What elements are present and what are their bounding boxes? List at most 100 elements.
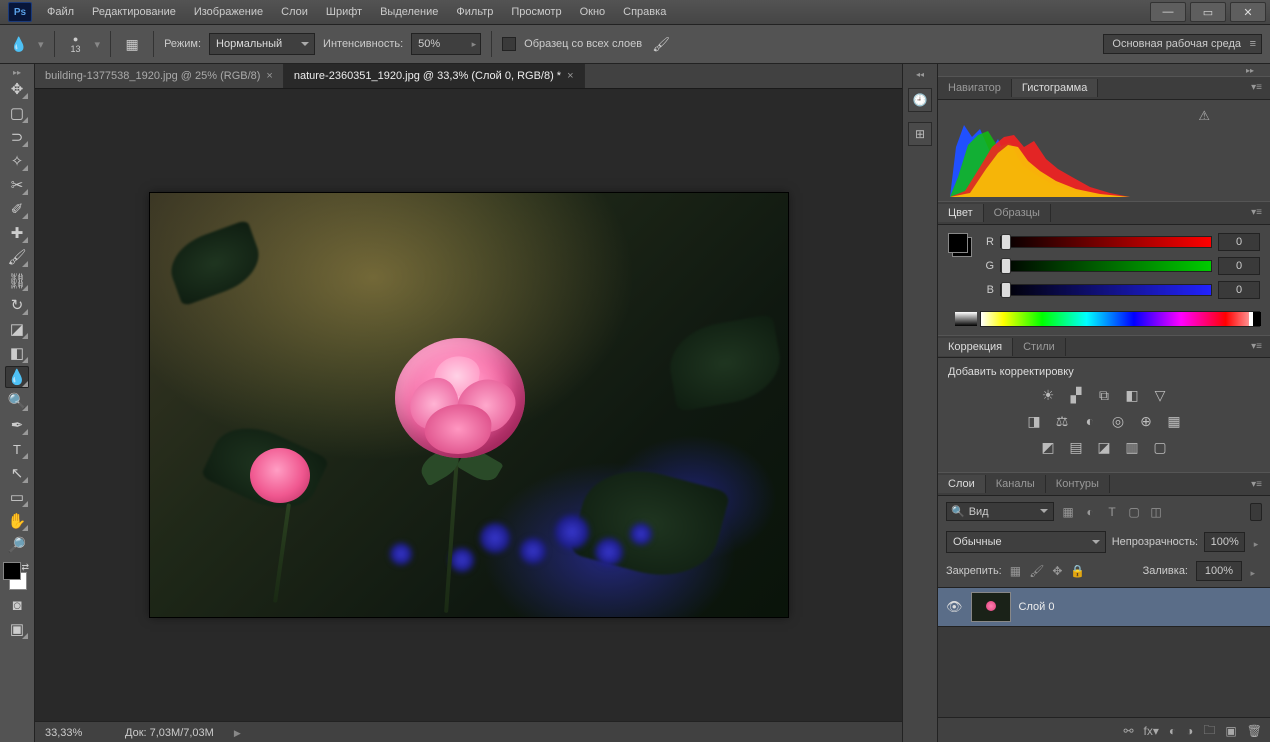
swap-colors-icon[interactable]: ⇄ [21,562,29,573]
close-tab-icon[interactable]: × [266,70,272,82]
r-value[interactable]: 0 [1218,233,1260,251]
zoom-value[interactable]: 33,33% [45,727,105,739]
styles-tab[interactable]: Стили [1013,338,1066,356]
blend-mode-select[interactable]: Нормальный [209,33,315,55]
close-button[interactable]: ✕ [1230,2,1266,22]
bw-icon[interactable]: ◐ [1081,412,1099,430]
panel-menu-icon[interactable]: ▾≡ [1243,341,1270,352]
menu-file[interactable]: Файл [38,2,83,22]
panel-menu-icon[interactable]: ▾≡ [1243,207,1270,218]
status-menu-icon[interactable]: ▶ [234,728,241,739]
menu-help[interactable]: Справка [614,2,675,22]
channels-tab[interactable]: Каналы [986,475,1046,493]
close-tab-icon[interactable]: × [567,70,573,82]
hue-icon[interactable]: ◨ [1025,412,1043,430]
layers-tab[interactable]: Слои [938,475,986,493]
panels-collapse-grip[interactable]: ▸▸ [1236,66,1264,74]
blend-mode-select[interactable]: Обычные [946,531,1106,553]
layer-list[interactable]: 👁 Слой 0 [938,587,1270,717]
tools-collapse-grip[interactable]: ▸▸ [3,68,31,76]
menu-window[interactable]: Окно [571,2,615,22]
menu-edit[interactable]: Редактирование [83,2,185,22]
brush-preset[interactable]: ●13 [65,33,87,55]
lock-transparent-icon[interactable]: ▦ [1010,564,1021,578]
layer-fx-icon[interactable]: fx▾ [1144,724,1159,738]
exposure-icon[interactable]: ◧ [1123,386,1141,404]
filter-shape-icon[interactable]: ▢ [1126,505,1142,519]
brush-tool[interactable]: 🖌 [5,246,29,268]
doc-tab-0[interactable]: building-1377538_1920.jpg @ 25% (RGB/8)× [35,64,284,88]
zoom-tool[interactable]: 🔎 [5,534,29,556]
doc-tab-1[interactable]: nature-2360351_1920.jpg @ 33,3% (Слой 0,… [284,64,585,88]
lock-all-icon[interactable]: 🔒 [1070,564,1085,578]
canvas[interactable] [150,193,788,617]
blur-tool[interactable]: 💧 [5,366,29,388]
g-slider[interactable] [1000,260,1212,272]
new-layer-icon[interactable]: ▣ [1225,724,1236,738]
lookup-icon[interactable]: ▦ [1165,412,1183,430]
menu-view[interactable]: Просмотр [502,2,570,22]
shape-tool[interactable]: ▭ [5,486,29,508]
lock-pixels-icon[interactable]: 🖌 [1029,564,1044,578]
canvas-viewport[interactable] [35,89,902,721]
delete-layer-icon[interactable]: 🗑 [1247,724,1262,738]
menu-image[interactable]: Изображение [185,2,272,22]
stamp-tool[interactable]: ⛓ [5,270,29,292]
menu-type[interactable]: Шрифт [317,2,371,22]
filter-smart-icon[interactable]: ◫ [1148,505,1164,519]
dodge-tool[interactable]: 🔍 [5,390,29,412]
r-slider[interactable] [1000,236,1212,248]
brush-panel-toggle[interactable]: ▦ [121,33,143,55]
layer-filter-select[interactable]: 🔍Вид [946,502,1054,521]
layer-row[interactable]: 👁 Слой 0 [938,587,1270,627]
paths-tab[interactable]: Контуры [1046,475,1110,493]
posterize-icon[interactable]: ▤ [1067,438,1085,456]
hand-tool[interactable]: ✋ [5,510,29,532]
active-tool-icon[interactable]: 💧 [8,33,30,55]
curves-icon[interactable]: ⧉ [1095,386,1113,404]
filter-type-icon[interactable]: T [1104,505,1120,519]
menu-filter[interactable]: Фильтр [447,2,502,22]
maximize-button[interactable]: ▭ [1190,2,1226,22]
healing-tool[interactable]: ✚ [5,222,29,244]
selective-color-icon[interactable]: ▢ [1151,438,1169,456]
move-tool[interactable]: ✥ [5,78,29,100]
layer-mask-icon[interactable]: ◐ [1169,724,1176,738]
filter-toggle[interactable] [1250,503,1262,521]
fill-input[interactable]: 100% [1196,561,1242,581]
color-spectrum[interactable] [980,311,1260,327]
crop-tool[interactable]: ✂ [5,174,29,196]
eraser-tool[interactable]: ◪ [5,318,29,340]
properties-panel-icon[interactable]: ⊞ [908,122,932,146]
color-panel-swatch[interactable] [948,233,972,257]
levels-icon[interactable]: ▞ [1067,386,1085,404]
visibility-icon[interactable]: 👁 [946,599,963,615]
type-tool[interactable]: T [5,438,29,460]
panel-menu-icon[interactable]: ▾≡ [1243,82,1270,93]
strength-input[interactable]: 50% [411,33,481,55]
color-swatches[interactable]: ⇄ [3,562,31,592]
filter-pixel-icon[interactable]: ▦ [1060,505,1076,519]
marquee-tool[interactable]: ▢ [5,102,29,124]
balance-icon[interactable]: ⚖ [1053,412,1071,430]
color-tab[interactable]: Цвет [938,204,984,222]
menu-select[interactable]: Выделение [371,2,447,22]
magic-wand-tool[interactable]: ✧ [5,150,29,172]
vibrance-icon[interactable]: ▽ [1151,386,1169,404]
foreground-color[interactable] [3,562,21,580]
threshold-icon[interactable]: ◪ [1095,438,1113,456]
adjustments-tab[interactable]: Коррекция [938,338,1013,356]
workspace-switcher[interactable]: Основная рабочая среда [1103,34,1262,54]
b-value[interactable]: 0 [1218,281,1260,299]
pen-tool[interactable]: ✒ [5,414,29,436]
brightness-icon[interactable]: ☀ [1039,386,1057,404]
menu-layers[interactable]: Слои [272,2,317,22]
history-panel-icon[interactable]: 🕘 [908,88,932,112]
adjustment-layer-icon[interactable]: ◑ [1186,724,1193,738]
b-slider[interactable] [1000,284,1212,296]
lasso-tool[interactable]: ⊃ [5,126,29,148]
quickmask-tool[interactable]: ◙ [5,594,29,616]
minimize-button[interactable]: — [1150,2,1186,22]
histogram-warning-icon[interactable]: ⚠ [1198,108,1210,124]
layer-thumbnail[interactable] [971,592,1011,622]
